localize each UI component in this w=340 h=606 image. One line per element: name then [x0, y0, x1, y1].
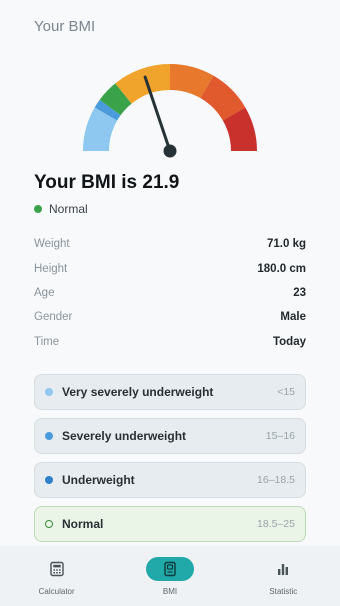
gauge-segment: [169, 64, 214, 99]
gauge-segment: [83, 107, 118, 152]
range-label: Severely underweight: [62, 429, 187, 443]
range-card-severely-underweight[interactable]: Severely underweight 15–16: [34, 418, 306, 454]
bmi-gauge: [83, 64, 257, 158]
gauge-segment: [222, 107, 257, 152]
range-value: <15: [277, 386, 295, 398]
range-label: Normal: [62, 517, 104, 531]
page-title: Your BMI: [34, 18, 96, 35]
app-header: Your BMI: [0, 0, 340, 56]
gauge-segment: [94, 99, 121, 121]
range-label: Underweight: [62, 473, 135, 487]
detail-value: Male: [280, 311, 306, 324]
nav-label: Statistic: [269, 587, 298, 596]
calculator-icon: [49, 561, 64, 577]
nav-pill: [259, 557, 307, 581]
detail-row-time: Time Today: [34, 330, 306, 354]
range-dot-icon: [45, 520, 53, 528]
nav-label: Calculator: [38, 587, 75, 596]
bmi-result-title: Your BMI is 21.9: [34, 172, 180, 193]
status-label: Normal: [49, 202, 88, 216]
range-card-underweight[interactable]: Underweight 16–18.5: [34, 462, 306, 498]
range-card-normal[interactable]: Normal 18.5–25: [34, 506, 306, 542]
detail-value: 23: [293, 286, 306, 299]
range-dot-icon: [45, 432, 53, 440]
status-dot-icon: [34, 205, 42, 213]
detail-row-gender: Gender Male: [34, 305, 306, 329]
nav-item-bmi[interactable]: BMI: [125, 557, 215, 596]
bottom-navigation: Calculator BMI Statistic: [0, 546, 340, 606]
nav-label: BMI: [162, 587, 178, 596]
detail-value: 180.0 cm: [257, 262, 306, 275]
bmi-ranges-list: Very severely underweight <15 Severely u…: [34, 374, 306, 550]
bmi-icon: [164, 561, 176, 577]
detail-row-height: Height 180.0 cm: [34, 256, 306, 280]
detail-value: 71.0 kg: [267, 238, 306, 251]
detail-value: Today: [272, 335, 306, 348]
nav-pill: [33, 557, 81, 581]
gauge-segment: [200, 75, 246, 121]
details-list: Weight 71.0 kg Height 180.0 cm Age 23 Ge…: [34, 232, 306, 354]
range-label: Very severely underweight: [62, 385, 214, 399]
gauge-segment: [99, 83, 132, 116]
detail-key: Age: [34, 286, 55, 299]
nav-item-calculator[interactable]: Calculator: [12, 557, 102, 596]
range-card-very-severely-underweight[interactable]: Very severely underweight <15: [34, 374, 306, 410]
range-dot-icon: [45, 388, 53, 396]
detail-key: Gender: [34, 311, 73, 324]
nav-item-statistic[interactable]: Statistic: [238, 557, 328, 596]
nav-pill: [145, 557, 194, 581]
detail-row-age: Age 23: [34, 281, 306, 305]
detail-row-weight: Weight 71.0 kg: [34, 232, 306, 256]
detail-key: Weight: [34, 238, 70, 251]
range-value: 15–16: [265, 430, 295, 442]
range-value: 16–18.5: [257, 474, 295, 486]
status-badge: Normal: [34, 202, 88, 216]
range-dot-icon: [45, 476, 53, 484]
range-value: 18.5–25: [257, 518, 295, 530]
bar-chart-icon: [278, 564, 289, 575]
detail-key: Time: [34, 335, 60, 348]
detail-key: Height: [34, 262, 68, 275]
